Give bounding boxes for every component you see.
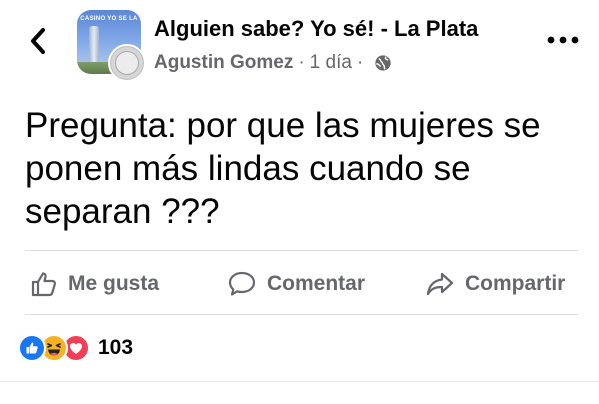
comment-label: Comentar [267,272,366,295]
divider-top [25,250,578,251]
author-name-link[interactable]: Agustin Gomez [154,52,293,74]
more-options-button[interactable] [545,30,581,50]
reaction-count: 103 [98,336,134,359]
thumbs-up-icon [31,272,57,297]
author-avatar[interactable] [108,44,146,82]
group-name-link[interactable]: Alguien sabe? Yo sé! - La Plata [154,16,478,42]
reactions-summary[interactable]: 103 [18,333,133,363]
comment-button[interactable]: Comentar [227,262,365,306]
chevron-left-icon [31,28,45,54]
meta-separator-2: · [356,52,364,73]
globe-icon [375,55,391,71]
avatar-tower-image [89,26,99,66]
more-horizontal-icon [547,36,579,44]
group-avatar-banner: CASINO YO SE LA [80,16,138,22]
post-timestamp[interactable]: 1 día [310,52,352,74]
post-body-text: Pregunta: por que las mujeres se ponen m… [25,106,541,231]
share-button[interactable]: Compartir [425,262,565,306]
author-avatar-seal [115,51,139,75]
post-header: CASINO YO SE LA Alguien sabe? Yo sé! - L… [0,0,599,90]
share-arrow-icon [426,272,454,296]
like-button[interactable]: Me gusta [30,262,159,306]
post-actions-bar: Me gusta Comentar Compartir [0,262,599,306]
comment-bubble-icon [228,271,256,296]
divider-bottom [25,314,578,315]
post-meta: Agustin Gomez · 1 día · [154,51,392,75]
meta-separator: · [298,52,305,73]
back-button[interactable] [24,24,52,58]
like-label: Me gusta [68,272,160,295]
section-separator [0,381,599,382]
like-icon [18,334,46,362]
share-label: Compartir [465,272,566,295]
